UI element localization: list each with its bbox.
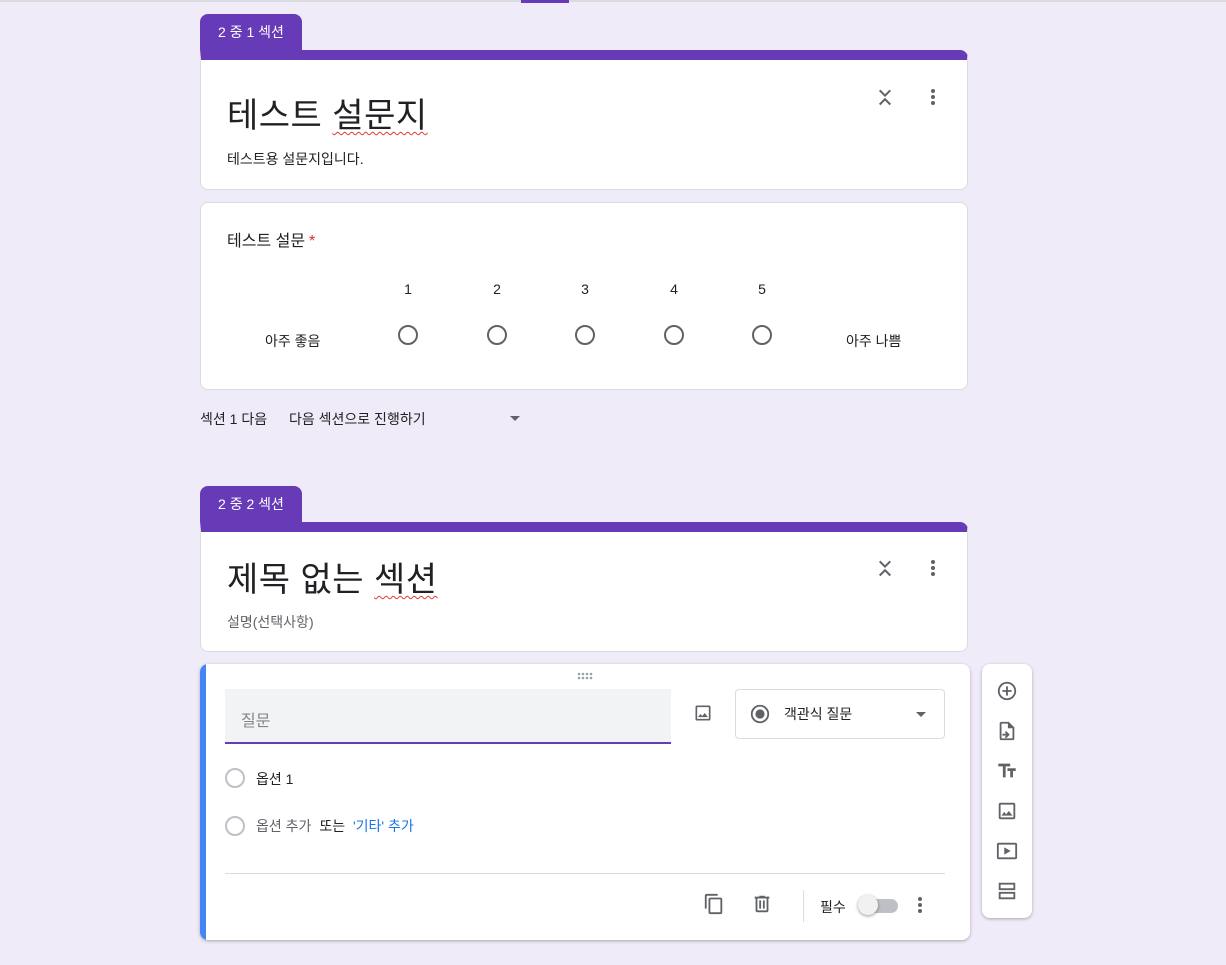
footer-divider [225, 873, 945, 874]
active-indicator-bar [200, 664, 206, 940]
add-circle-icon[interactable] [995, 679, 1019, 703]
image-icon[interactable] [691, 701, 715, 725]
floating-toolbar [982, 664, 1032, 918]
after-section-dropdown[interactable]: 다음 섹션으로 진행하기 [289, 409, 426, 429]
form-title-part2: 설문지 [332, 97, 428, 135]
active-tab-indicator [521, 0, 569, 3]
section-header-card-2[interactable]: 제목 없는 섹션 설명(선택사항) [200, 522, 968, 652]
scale-label-3: 3 [581, 281, 589, 297]
video-icon[interactable] [995, 839, 1019, 863]
scale-radio-1[interactable] [398, 325, 418, 345]
chevron-down-icon [916, 712, 926, 717]
form-title[interactable]: 테스트 설문지 [227, 88, 428, 137]
scale-high-label: 아주 나쁨 [846, 333, 902, 349]
title-text-icon[interactable] [995, 759, 1019, 783]
form-description[interactable]: 테스트용 설문지입니다. [227, 149, 364, 169]
section-tab-1: 2 중 1 섹션 [200, 14, 302, 50]
scale-radio-2[interactable] [487, 325, 507, 345]
section-description-input[interactable]: 설명(선택사항) [227, 612, 314, 632]
question-title-text: 테스트 설문 [227, 233, 306, 250]
scale-radio-3[interactable] [575, 325, 595, 345]
required-asterisk: * [309, 233, 316, 250]
section-title-part1: 제목 없는 [227, 561, 375, 599]
option-radio [225, 768, 245, 788]
radio-button-icon [748, 702, 772, 726]
question-type-select[interactable]: 객관식 질문 [735, 689, 945, 739]
required-toggle-knob[interactable] [858, 895, 878, 915]
scale-label-1: 1 [404, 281, 412, 297]
footer-vertical-divider [803, 890, 804, 922]
top-border [0, 0, 1226, 2]
collapse-icon[interactable] [873, 85, 897, 109]
question-input-placeholder: 질문 [241, 713, 271, 730]
copy-icon[interactable] [702, 892, 726, 916]
question-title: 테스트 설문 * [227, 227, 315, 251]
chevron-down-icon[interactable] [510, 416, 520, 421]
delete-icon[interactable] [750, 892, 774, 916]
import-questions-icon[interactable] [995, 719, 1019, 743]
drag-handle-icon[interactable] [573, 666, 597, 686]
section-title-part2: 섹션 [374, 561, 438, 599]
form-title-part1: 테스트 [227, 97, 333, 135]
more-vert-icon[interactable] [908, 893, 932, 917]
section-icon[interactable] [995, 879, 1019, 903]
scale-label-5: 5 [758, 281, 766, 297]
add-option-row: 옵션 추가 또는 '기타' 추가 [256, 816, 414, 836]
or-text: 또는 [319, 818, 346, 834]
question-editor-card[interactable]: 질문 객관식 질문 옵션 1 옵션 추가 또는 '기타' 추가 필수 [200, 664, 970, 940]
scale-label-2: 2 [493, 281, 501, 297]
section-tab-2: 2 중 2 섹션 [200, 486, 302, 522]
more-vert-icon[interactable] [921, 85, 945, 109]
scale-radio-5[interactable] [752, 325, 772, 345]
question-card-scale[interactable]: 테스트 설문 * 1 2 3 4 5 아주 좋음 아주 나쁨 [200, 202, 968, 390]
add-option-link[interactable]: 옵션 추가 [256, 818, 311, 834]
scale-label-4: 4 [670, 281, 678, 297]
more-vert-icon[interactable] [921, 556, 945, 580]
image-icon[interactable] [995, 799, 1019, 823]
section-header-card-1[interactable]: 테스트 설문지 테스트용 설문지입니다. [200, 50, 968, 190]
option-1-input[interactable]: 옵션 1 [256, 769, 293, 789]
after-section-value: 다음 섹션으로 진행하기 [289, 411, 426, 427]
add-option-radio [225, 816, 245, 836]
collapse-icon[interactable] [873, 556, 897, 580]
add-other-link[interactable]: '기타' 추가 [353, 818, 414, 834]
question-input[interactable]: 질문 [225, 689, 671, 744]
scale-radio-4[interactable] [664, 325, 684, 345]
question-type-label: 객관식 질문 [784, 706, 853, 722]
after-section-label: 섹션 1 다음 [200, 411, 268, 427]
section-title[interactable]: 제목 없는 섹션 [227, 552, 438, 601]
scale-low-label: 아주 좋음 [265, 333, 321, 349]
required-label: 필수 [820, 899, 846, 915]
